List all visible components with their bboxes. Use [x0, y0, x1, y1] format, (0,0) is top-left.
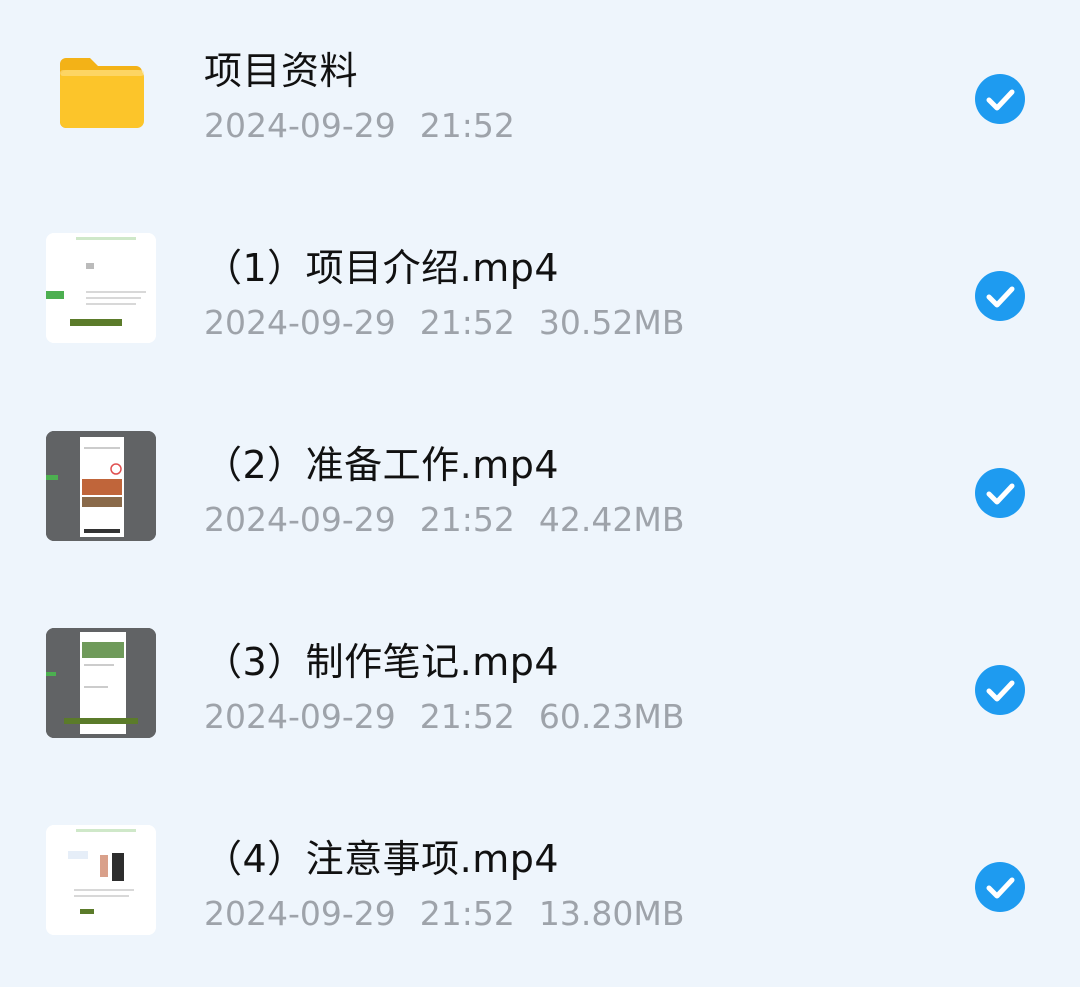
selected-check-icon[interactable]: [975, 468, 1025, 518]
video-thumbnail: [46, 628, 156, 738]
file-name: （2）准备工作.mp4: [204, 443, 560, 487]
selected-check-icon[interactable]: [975, 665, 1025, 715]
selected-check-icon[interactable]: [975, 862, 1025, 912]
file-time: 21:52: [419, 106, 515, 145]
list-item[interactable]: 项目资料 2024-09-29 21:52: [0, 0, 1080, 197]
list-item[interactable]: （1）项目介绍.mp4 2024-09-29 21:52 30.52MB: [0, 197, 1080, 394]
file-time: 21:52: [419, 500, 515, 539]
file-date: 2024-09-29: [204, 894, 396, 933]
file-size: 30.52MB: [538, 303, 685, 342]
video-thumbnail: [46, 825, 156, 935]
file-list: 项目资料 2024-09-29 21:52 （1）项目介绍.mp4 2024-09…: [0, 0, 1080, 987]
file-meta: 2024-09-29 21:52 30.52MB: [204, 303, 708, 342]
file-size: 13.80MB: [538, 894, 685, 933]
video-thumbnail: [46, 431, 156, 541]
list-item[interactable]: （2）准备工作.mp4 2024-09-29 21:52 42.42MB: [0, 394, 1080, 591]
file-name: （3）制作笔记.mp4: [204, 640, 560, 684]
file-time: 21:52: [419, 697, 515, 736]
file-date: 2024-09-29: [204, 106, 396, 145]
video-thumbnail: [46, 233, 156, 343]
file-name: （4）注意事项.mp4: [204, 837, 560, 881]
folder-icon: [60, 58, 144, 128]
file-meta: 2024-09-29 21:52: [204, 106, 539, 145]
file-meta: 2024-09-29 21:52 42.42MB: [204, 500, 708, 539]
file-name: 项目资料: [204, 49, 359, 93]
file-time: 21:52: [419, 303, 515, 342]
list-item[interactable]: （3）制作笔记.mp4 2024-09-29 21:52 60.23MB: [0, 591, 1080, 788]
file-meta: 2024-09-29 21:52 60.23MB: [204, 697, 708, 736]
selected-check-icon[interactable]: [975, 74, 1025, 124]
file-date: 2024-09-29: [204, 500, 396, 539]
file-date: 2024-09-29: [204, 303, 396, 342]
file-size: 60.23MB: [538, 697, 685, 736]
file-meta: 2024-09-29 21:52 13.80MB: [204, 894, 708, 933]
file-size: 42.42MB: [538, 500, 685, 539]
file-name: （1）项目介绍.mp4: [204, 246, 560, 290]
file-date: 2024-09-29: [204, 697, 396, 736]
selected-check-icon[interactable]: [975, 271, 1025, 321]
list-item[interactable]: （4）注意事项.mp4 2024-09-29 21:52 13.80MB: [0, 788, 1080, 985]
file-time: 21:52: [419, 894, 515, 933]
